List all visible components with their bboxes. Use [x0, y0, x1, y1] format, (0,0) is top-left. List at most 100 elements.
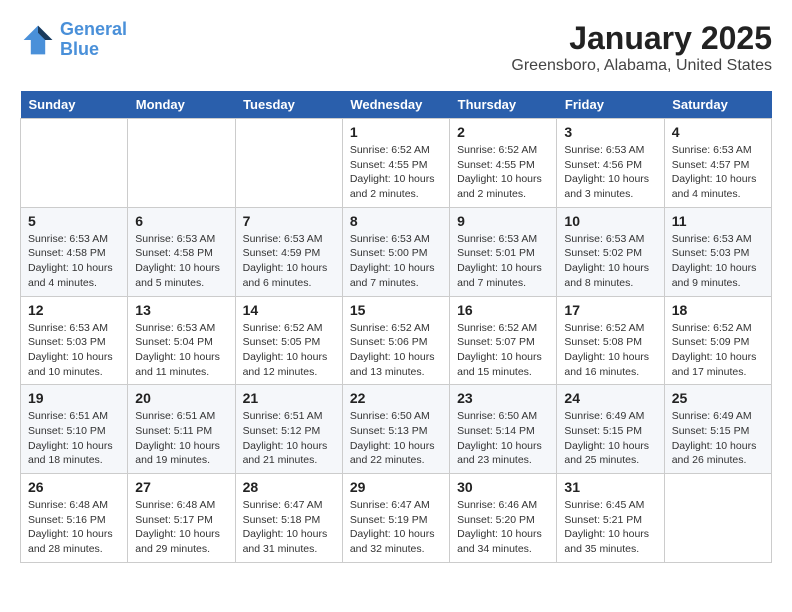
calendar-cell: 9Sunrise: 6:53 AM Sunset: 5:01 PM Daylig… [450, 207, 557, 296]
calendar-cell: 7 Sunrise: 6:53 AM Sunset: 4:59 PM Daylig… [235, 207, 342, 296]
page-header: General Blue January 2025 Greensboro, Al… [20, 20, 772, 75]
calendar-cell [664, 474, 771, 563]
calendar-cell: 5Sunrise: 6:53 AM Sunset: 4:58 PM Daylig… [21, 207, 128, 296]
calendar-week-row: 26 Sunrise: 6:48 AM Sunset: 5:16 PM Dayli… [21, 474, 772, 563]
logo-line1: General [60, 19, 127, 39]
day-info: Sunrise: 6:52 AM Sunset: 5:07 PM Dayligh… [457, 321, 549, 380]
day-info: Sunrise: 6:53 AM Sunset: 5:02 PM Dayligh… [564, 232, 656, 291]
day-number: 11 [672, 213, 764, 229]
calendar-cell: 6 Sunrise: 6:53 AM Sunset: 4:58 PM Daylig… [128, 207, 235, 296]
day-number: 2 [457, 124, 549, 140]
calendar-cell: 22 Sunrise: 6:50 AM Sunset: 5:13 PM Dayli… [342, 385, 449, 474]
calendar-cell: 19 Sunrise: 6:51 AM Sunset: 5:10 PM Dayli… [21, 385, 128, 474]
calendar-week-row: 5Sunrise: 6:53 AM Sunset: 4:58 PM Daylig… [21, 207, 772, 296]
calendar-cell: 8 Sunrise: 6:53 AM Sunset: 5:00 PM Daylig… [342, 207, 449, 296]
day-number: 17 [564, 302, 656, 318]
calendar-cell: 23 Sunrise: 6:50 AM Sunset: 5:14 PM Dayli… [450, 385, 557, 474]
day-info: Sunrise: 6:53 AM Sunset: 5:03 PM Dayligh… [28, 321, 120, 380]
weekday-header: Tuesday [235, 91, 342, 119]
day-number: 1 [350, 124, 442, 140]
page-subtitle: Greensboro, Alabama, United States [511, 57, 772, 75]
day-info: Sunrise: 6:50 AM Sunset: 5:14 PM Dayligh… [457, 409, 549, 468]
calendar-cell: 26 Sunrise: 6:48 AM Sunset: 5:16 PM Dayli… [21, 474, 128, 563]
day-info: Sunrise: 6:51 AM Sunset: 5:10 PM Dayligh… [28, 409, 120, 468]
calendar-cell: 4 Sunrise: 6:53 AM Sunset: 4:57 PM Daylig… [664, 119, 771, 208]
calendar-cell [21, 119, 128, 208]
calendar-cell: 12 Sunrise: 6:53 AM Sunset: 5:03 PM Dayli… [21, 296, 128, 385]
day-number: 30 [457, 479, 549, 495]
calendar-cell: 10 Sunrise: 6:53 AM Sunset: 5:02 PM Dayli… [557, 207, 664, 296]
day-info: Sunrise: 6:45 AM Sunset: 5:21 PM Dayligh… [564, 498, 656, 557]
day-number: 6 [135, 213, 227, 229]
calendar-cell: 1Sunrise: 6:52 AM Sunset: 4:55 PM Daylig… [342, 119, 449, 208]
title-block: January 2025 Greensboro, Alabama, United… [511, 20, 772, 75]
day-info: Sunrise: 6:52 AM Sunset: 5:08 PM Dayligh… [564, 321, 656, 380]
calendar-week-row: 12 Sunrise: 6:53 AM Sunset: 5:03 PM Dayli… [21, 296, 772, 385]
day-info: Sunrise: 6:53 AM Sunset: 4:56 PM Dayligh… [564, 143, 656, 202]
day-number: 25 [672, 390, 764, 406]
calendar-cell: 25 Sunrise: 6:49 AM Sunset: 5:15 PM Dayli… [664, 385, 771, 474]
day-info: Sunrise: 6:52 AM Sunset: 5:09 PM Dayligh… [672, 321, 764, 380]
day-number: 19 [28, 390, 120, 406]
calendar-cell: 21Sunrise: 6:51 AM Sunset: 5:12 PM Dayli… [235, 385, 342, 474]
weekday-header: Friday [557, 91, 664, 119]
weekday-header: Saturday [664, 91, 771, 119]
day-info: Sunrise: 6:49 AM Sunset: 5:15 PM Dayligh… [564, 409, 656, 468]
day-number: 8 [350, 213, 442, 229]
day-info: Sunrise: 6:48 AM Sunset: 5:17 PM Dayligh… [135, 498, 227, 557]
day-number: 4 [672, 124, 764, 140]
calendar-cell: 14 Sunrise: 6:52 AM Sunset: 5:05 PM Dayli… [235, 296, 342, 385]
day-number: 20 [135, 390, 227, 406]
logo-line2: Blue [60, 39, 99, 59]
day-info: Sunrise: 6:53 AM Sunset: 5:04 PM Dayligh… [135, 321, 227, 380]
logo-text: General Blue [60, 20, 127, 60]
calendar-cell: 20 Sunrise: 6:51 AM Sunset: 5:11 PM Dayli… [128, 385, 235, 474]
calendar-cell: 28Sunrise: 6:47 AM Sunset: 5:18 PM Dayli… [235, 474, 342, 563]
day-number: 3 [564, 124, 656, 140]
day-number: 14 [243, 302, 335, 318]
calendar-cell: 16Sunrise: 6:52 AM Sunset: 5:07 PM Dayli… [450, 296, 557, 385]
calendar-cell [128, 119, 235, 208]
calendar-cell: 24Sunrise: 6:49 AM Sunset: 5:15 PM Dayli… [557, 385, 664, 474]
day-number: 26 [28, 479, 120, 495]
day-info: Sunrise: 6:53 AM Sunset: 4:57 PM Dayligh… [672, 143, 764, 202]
day-number: 18 [672, 302, 764, 318]
calendar-cell: 18 Sunrise: 6:52 AM Sunset: 5:09 PM Dayli… [664, 296, 771, 385]
day-number: 21 [243, 390, 335, 406]
calendar-cell: 31Sunrise: 6:45 AM Sunset: 5:21 PM Dayli… [557, 474, 664, 563]
day-number: 12 [28, 302, 120, 318]
day-number: 10 [564, 213, 656, 229]
day-info: Sunrise: 6:50 AM Sunset: 5:13 PM Dayligh… [350, 409, 442, 468]
day-number: 7 [243, 213, 335, 229]
day-info: Sunrise: 6:53 AM Sunset: 4:59 PM Dayligh… [243, 232, 335, 291]
calendar-cell: 15 Sunrise: 6:52 AM Sunset: 5:06 PM Dayli… [342, 296, 449, 385]
weekday-header-row: SundayMondayTuesdayWednesdayThursdayFrid… [21, 91, 772, 119]
day-info: Sunrise: 6:51 AM Sunset: 5:11 PM Dayligh… [135, 409, 227, 468]
day-number: 23 [457, 390, 549, 406]
day-info: Sunrise: 6:52 AM Sunset: 5:06 PM Dayligh… [350, 321, 442, 380]
day-info: Sunrise: 6:53 AM Sunset: 4:58 PM Dayligh… [135, 232, 227, 291]
day-number: 22 [350, 390, 442, 406]
weekday-header: Thursday [450, 91, 557, 119]
calendar-cell: 11 Sunrise: 6:53 AM Sunset: 5:03 PM Dayli… [664, 207, 771, 296]
day-info: Sunrise: 6:53 AM Sunset: 4:58 PM Dayligh… [28, 232, 120, 291]
calendar-table: SundayMondayTuesdayWednesdayThursdayFrid… [20, 91, 772, 563]
calendar-week-row: 1 Sunrise: 6:52 AM Sunset: 4:55 PM Daylig… [21, 119, 772, 208]
day-number: 15 [350, 302, 442, 318]
page-title: January 2025 [511, 20, 772, 57]
calendar-cell: 17 Sunrise: 6:52 AM Sunset: 5:08 PM Dayli… [557, 296, 664, 385]
calendar-cell: 30Sunrise: 6:46 AM Sunset: 5:20 PM Dayli… [450, 474, 557, 563]
day-info: Sunrise: 6:48 AM Sunset: 5:16 PM Dayligh… [28, 498, 120, 557]
day-number: 27 [135, 479, 227, 495]
calendar-week-row: 19 Sunrise: 6:51 AM Sunset: 5:10 PM Dayli… [21, 385, 772, 474]
day-number: 13 [135, 302, 227, 318]
day-info: Sunrise: 6:52 AM Sunset: 4:55 PM Dayligh… [457, 143, 549, 202]
day-info: Sunrise: 6:47 AM Sunset: 5:18 PM Dayligh… [243, 498, 335, 557]
weekday-header: Wednesday [342, 91, 449, 119]
weekday-header: Sunday [21, 91, 128, 119]
day-info: Sunrise: 6:49 AM Sunset: 5:15 PM Dayligh… [672, 409, 764, 468]
day-info: Sunrise: 6:52 AM Sunset: 5:05 PM Dayligh… [243, 321, 335, 380]
day-info: Sunrise: 6:53 AM Sunset: 5:03 PM Dayligh… [672, 232, 764, 291]
calendar-cell: 29Sunrise: 6:47 AM Sunset: 5:19 PM Dayli… [342, 474, 449, 563]
day-info: Sunrise: 6:53 AM Sunset: 5:00 PM Dayligh… [350, 232, 442, 291]
